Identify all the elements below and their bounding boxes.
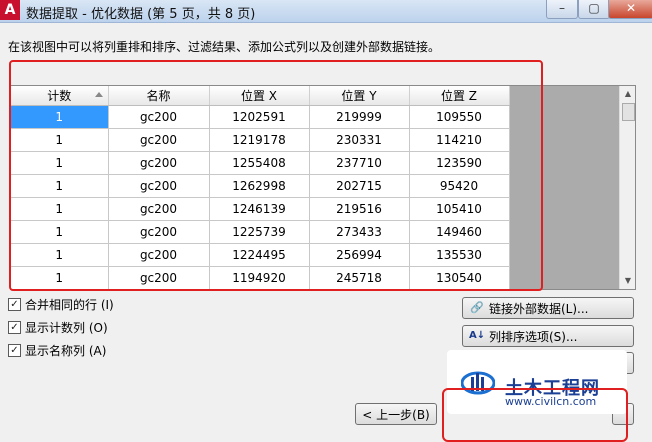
- combine-rows-checkbox[interactable]: ✓ 合并相同的行 (I): [8, 295, 114, 313]
- app-logo-icon: A: [0, 0, 20, 20]
- scroll-thumb[interactable]: [622, 103, 635, 121]
- sort-az-icon: A↓: [469, 330, 486, 341]
- show-count-label: 显示计数列 (O): [25, 320, 108, 335]
- window-title: 数据提取 - 优化数据 (第 5 页，共 8 页): [26, 7, 256, 22]
- scroll-up-icon[interactable]: ▲: [620, 86, 635, 102]
- checkbox-checked-icon[interactable]: ✓: [8, 297, 21, 311]
- close-button[interactable]: ✕: [608, 0, 652, 19]
- combine-rows-label: 合并相同的行 (I): [25, 297, 114, 312]
- vertical-scrollbar[interactable]: ▲ ▼: [619, 86, 635, 289]
- chain-link-icon: 🔗: [470, 301, 484, 314]
- highlight-box-grid: [9, 60, 543, 291]
- back-button[interactable]: < 上一步(B): [355, 403, 437, 425]
- show-count-checkbox[interactable]: ✓ 显示计数列 (O): [8, 318, 108, 336]
- highlight-box-bottom: [442, 388, 628, 442]
- scroll-down-icon[interactable]: ▼: [620, 273, 635, 289]
- checkbox-checked-icon[interactable]: ✓: [8, 343, 21, 357]
- link-external-data-button[interactable]: 🔗 链接外部数据(L)...: [462, 297, 634, 319]
- maximize-button[interactable]: ▢: [578, 0, 610, 19]
- show-name-checkbox[interactable]: ✓ 显示名称列 (A): [8, 341, 106, 359]
- instructions-text: 在该视图中可以将列重排和排序、过滤结果、添加公式列以及创建外部数据链接。: [8, 40, 441, 54]
- show-name-label: 显示名称列 (A): [25, 343, 107, 358]
- column-sort-options-button[interactable]: A↓ 列排序选项(S)...: [462, 325, 634, 347]
- minimize-button[interactable]: –: [546, 0, 578, 19]
- checkbox-checked-icon[interactable]: ✓: [8, 320, 21, 334]
- title-bar: A 数据提取 - 优化数据 (第 5 页，共 8 页) – ▢ ✕: [0, 0, 652, 23]
